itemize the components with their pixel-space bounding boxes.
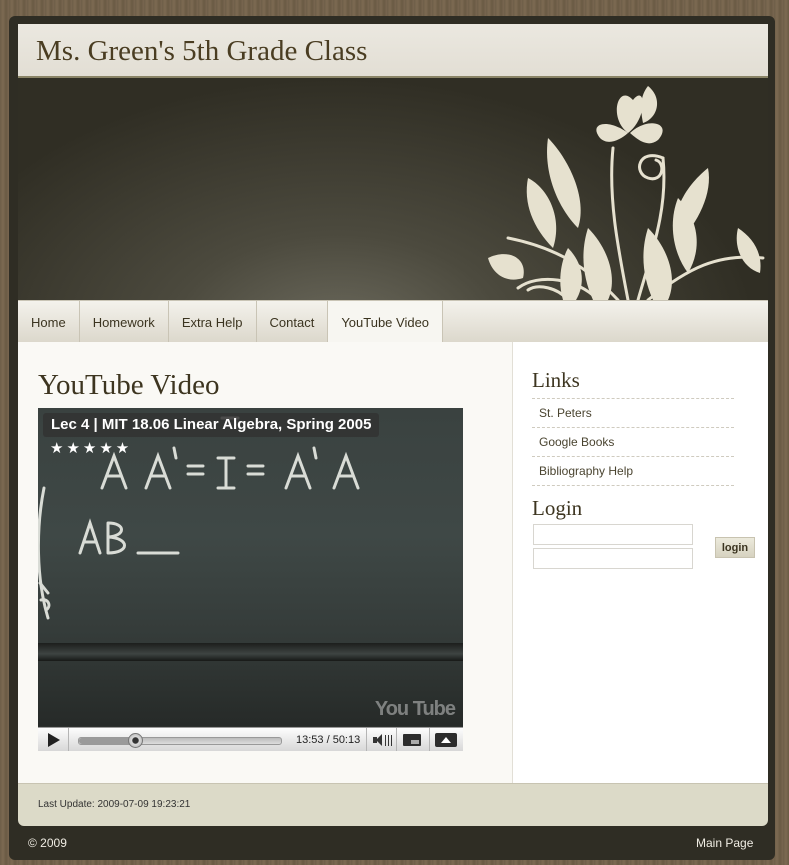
player-size-icon[interactable] xyxy=(396,728,427,751)
footer-bar: Last Update: 2009-07-09 19:23:21 xyxy=(18,783,768,826)
video-title[interactable]: Lec 4 | MIT 18.06 Linear Algebra, Spring… xyxy=(43,413,380,437)
login-heading: Login xyxy=(532,496,583,520)
link-bibliography-help[interactable]: Bibliography Help xyxy=(532,457,734,486)
nav-homework[interactable]: Homework xyxy=(80,301,169,342)
content-area: YouTube Video Lec 4 | MIT 18.06 Linear A… xyxy=(18,342,768,783)
copyright: © 2009 xyxy=(28,836,67,850)
video-frame[interactable]: Lec 4 | MIT 18.06 Linear Algebra, Spring… xyxy=(38,408,463,726)
seek-handle[interactable] xyxy=(127,733,143,748)
nav-extra-help[interactable]: Extra Help xyxy=(169,301,257,342)
time-display: 13:53 / 50:13 xyxy=(296,734,361,746)
site-header: Ms. Green's 5th Grade Class xyxy=(18,24,768,78)
floral-ornament xyxy=(488,86,765,300)
main-nav: Home Homework Extra Help Contact YouTube… xyxy=(18,300,768,343)
youtube-player[interactable]: Lec 4 | MIT 18.06 Linear Algebra, Spring… xyxy=(38,408,463,751)
play-icon[interactable] xyxy=(38,728,69,751)
chalk-ledge xyxy=(38,643,463,661)
links-list: St. Peters Google Books Bibliography Hel… xyxy=(532,399,734,486)
nav-home[interactable]: Home xyxy=(18,301,80,342)
link-google-books[interactable]: Google Books xyxy=(532,428,734,457)
link-st-peters[interactable]: St. Peters xyxy=(532,399,734,428)
login-button[interactable]: login xyxy=(715,537,755,558)
site-title: Ms. Green's 5th Grade Class xyxy=(36,35,368,67)
username-field[interactable] xyxy=(533,524,693,545)
header-banner xyxy=(18,78,768,300)
nav-contact[interactable]: Contact xyxy=(257,301,329,342)
last-update: Last Update: 2009-07-09 19:23:21 xyxy=(38,799,191,810)
rating-stars: ★★★★★ xyxy=(50,440,133,457)
main-page-link[interactable]: Main Page xyxy=(696,836,753,850)
volume-icon[interactable] xyxy=(366,728,395,751)
seek-progress xyxy=(79,738,135,744)
fullscreen-icon[interactable] xyxy=(429,728,462,751)
sidebar: Links St. Peters Google Books Bibliograp… xyxy=(513,342,768,783)
youtube-watermark: You Tube xyxy=(374,698,456,720)
nav-youtube-video[interactable]: YouTube Video xyxy=(328,301,444,342)
password-field[interactable] xyxy=(533,548,693,569)
player-controls: 13:53 / 50:13 xyxy=(38,727,463,751)
page-heading: YouTube Video xyxy=(38,369,220,401)
seek-bar[interactable] xyxy=(78,733,282,748)
links-heading: Links xyxy=(532,368,580,392)
main-column: YouTube Video Lec 4 | MIT 18.06 Linear A… xyxy=(18,342,513,783)
